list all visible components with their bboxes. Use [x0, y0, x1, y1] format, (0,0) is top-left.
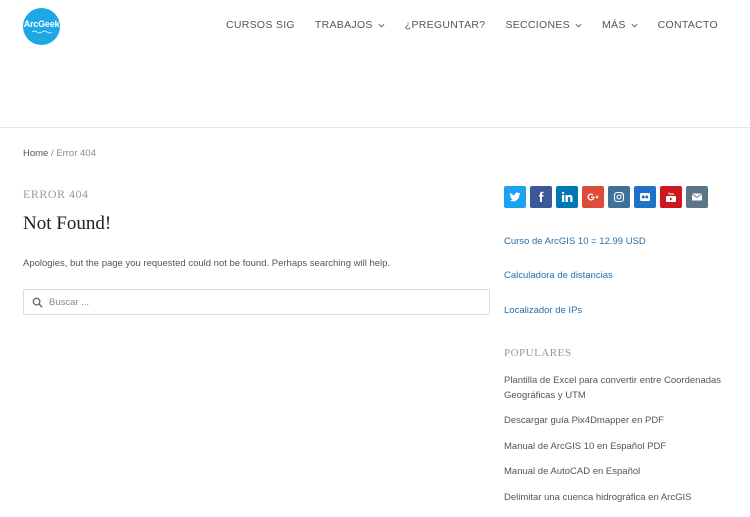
nav-contacto[interactable]: CONTACTO: [658, 19, 718, 31]
popular-item[interactable]: Delimitar una cuenca hidrográfica en Arc…: [504, 491, 739, 506]
facebook-button[interactable]: [530, 186, 552, 208]
linkedin-icon: [561, 191, 573, 202]
chevron-down-icon: [378, 23, 385, 28]
site-header: ArcGeek CURSOS SIG TRABAJOS ¿PREGUNTAR? …: [0, 0, 750, 128]
nav-cursos-sig[interactable]: CURSOS SIG: [226, 19, 295, 31]
flickr-button[interactable]: [634, 186, 656, 208]
breadcrumb-current: Error 404: [56, 148, 96, 159]
nav-mas[interactable]: MÁS: [602, 19, 638, 31]
nav-label: CONTACTO: [657, 19, 718, 31]
instagram-icon: [613, 191, 625, 203]
google-plus-icon: [587, 193, 599, 201]
sidebar-link-calculadora[interactable]: Calculadora de distancias: [504, 270, 613, 281]
logo-text: ArcGeek: [23, 19, 60, 29]
nav-label: TRABAJOS: [314, 19, 373, 31]
error-label: ERROR 404: [23, 187, 89, 201]
popular-item[interactable]: Descargar guía Pix4Dmapper en PDF: [504, 414, 739, 429]
breadcrumb-home[interactable]: Home: [23, 148, 48, 159]
twitter-icon: [509, 192, 521, 202]
youtube-button[interactable]: You: [660, 186, 682, 208]
search-icon: [32, 297, 43, 308]
google-plus-button[interactable]: [582, 186, 604, 208]
chevron-down-icon: [575, 23, 582, 28]
nav-label: CURSOS SIG: [225, 19, 295, 31]
facebook-icon: [539, 191, 544, 202]
nav-secciones[interactable]: SECCIONES: [505, 19, 582, 31]
search-input[interactable]: [49, 296, 469, 308]
main-nav: CURSOS SIG TRABAJOS ¿PREGUNTAR? SECCIONE…: [226, 19, 718, 31]
youtube-icon: You: [666, 192, 676, 202]
populares-list: Plantilla de Excel para convertir entre …: [504, 374, 739, 516]
arcgeek-logo[interactable]: ArcGeek: [23, 8, 60, 45]
breadcrumb: Home / Error 404: [23, 148, 96, 159]
populares-heading: POPULARES: [504, 347, 572, 359]
popular-item[interactable]: Manual de AutoCAD en Español: [504, 465, 739, 480]
linkedin-button[interactable]: [556, 186, 578, 208]
twitter-button[interactable]: [504, 186, 526, 208]
nav-label: MÁS: [601, 19, 626, 31]
instagram-button[interactable]: [608, 186, 630, 208]
search-box[interactable]: [23, 289, 490, 315]
sidebar-link-localizador-ips[interactable]: Localizador de IPs: [504, 305, 582, 316]
sidebar-link-curso-arcgis[interactable]: Curso de ArcGIS 10 = 12.99 USD: [504, 236, 646, 247]
error-message: Apologies, but the page you requested co…: [23, 258, 391, 269]
wave-icon: [31, 30, 52, 34]
chevron-down-icon: [631, 23, 638, 28]
social-icons: You: [504, 186, 708, 208]
nav-label: ¿PREGUNTAR?: [404, 19, 486, 31]
nav-trabajos[interactable]: TRABAJOS: [315, 19, 385, 31]
popular-item[interactable]: Manual de ArcGIS 10 en Español PDF: [504, 440, 739, 455]
popular-item[interactable]: Plantilla de Excel para convertir entre …: [504, 374, 739, 403]
nav-label: SECCIONES: [505, 19, 570, 31]
email-icon: [691, 193, 703, 201]
flickr-icon: [640, 193, 650, 201]
svg-text:You: You: [668, 192, 674, 196]
page-title: Not Found!: [23, 213, 112, 234]
email-button[interactable]: [686, 186, 708, 208]
nav-preguntar[interactable]: ¿PREGUNTAR?: [405, 19, 486, 31]
